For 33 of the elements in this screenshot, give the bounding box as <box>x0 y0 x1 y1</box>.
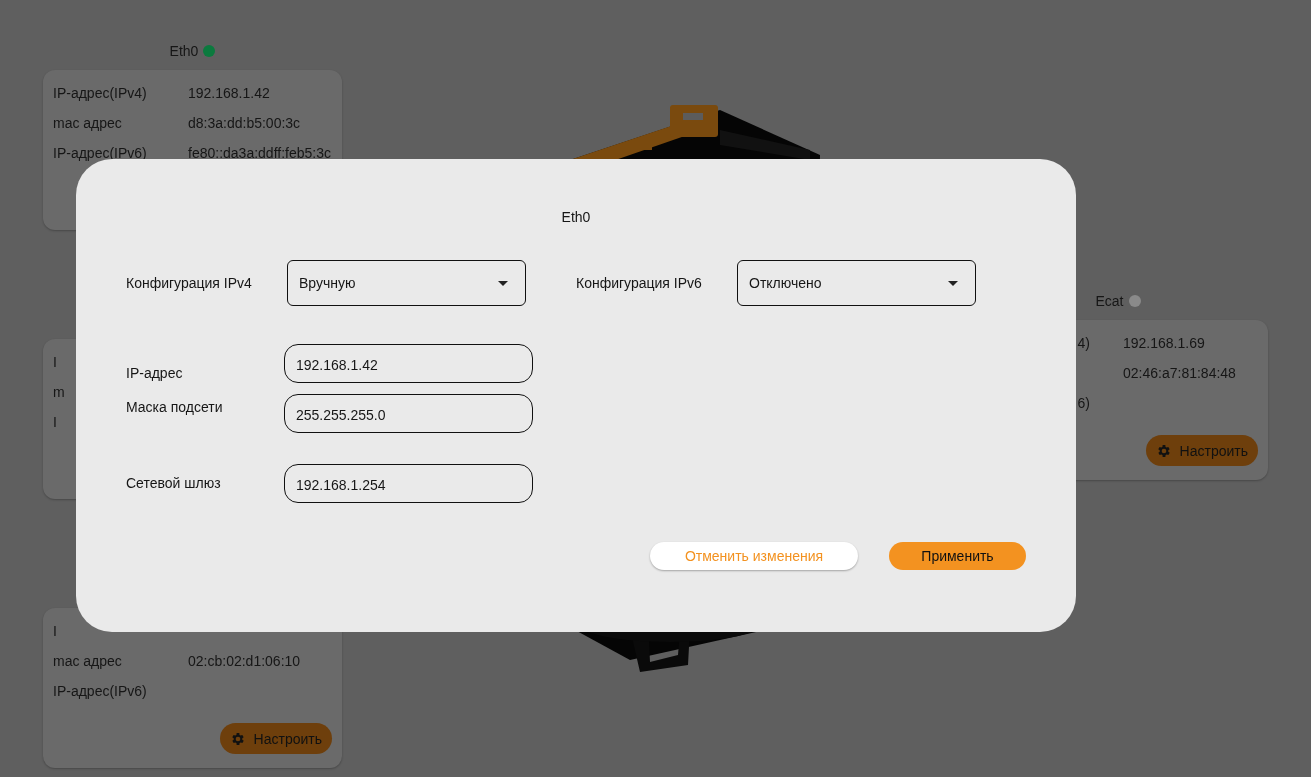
field-label: IP-адрес <box>126 364 184 381</box>
field-label: mac адрес <box>53 115 122 131</box>
field-label: 6) <box>1077 395 1090 411</box>
field-label: IP-адрес(IPv6) <box>53 683 147 699</box>
input-field[interactable]: 255.255.255.0 <box>284 393 533 433</box>
field-label: IP-адрес(IPv6) <box>53 145 147 161</box>
apply-button[interactable]: Применить <box>889 542 1026 570</box>
field-label: Маска подсети <box>126 399 224 417</box>
field-label: Конфигурация IPv6 <box>576 275 703 291</box>
interface-name: Ecat <box>1095 293 1124 309</box>
field-label: 4) <box>1077 335 1090 351</box>
input-field[interactable]: 192.168.1.254 <box>284 463 533 503</box>
dialog-title: Eth0 <box>560 209 592 227</box>
field-value: 192.168.1.42 <box>188 85 270 101</box>
input-field[interactable]: 192.168.1.42 <box>284 343 533 383</box>
field-label: I <box>53 354 57 370</box>
field-value: fe80::da3a:ddff:feb5:3c <box>188 145 331 161</box>
caret-icon <box>948 280 958 286</box>
interface-name: Eth0 <box>169 43 199 59</box>
field-label: Сетевой шлюз <box>126 475 222 491</box>
field-label: I <box>53 623 57 639</box>
field-value: 192.168.1.69 <box>1123 335 1205 351</box>
field-label: Конфигурация IPv4 <box>126 275 253 291</box>
field-label: mac адрес <box>53 653 122 669</box>
field-value: 02:46:a7:81:84:48 <box>1123 365 1236 381</box>
caret-icon <box>498 280 508 286</box>
field-label: m <box>53 384 65 400</box>
field-label: I <box>53 414 57 430</box>
ipv6-select[interactable]: Отключено <box>737 260 976 306</box>
field-value: 02:cb:02:d1:06:10 <box>188 653 301 669</box>
field-label: IP-адрес(IPv4) <box>53 85 147 101</box>
ipv4-select[interactable]: Вручную <box>287 260 526 306</box>
field-value: d8:3a:dd:b5:00:3c <box>188 115 301 131</box>
